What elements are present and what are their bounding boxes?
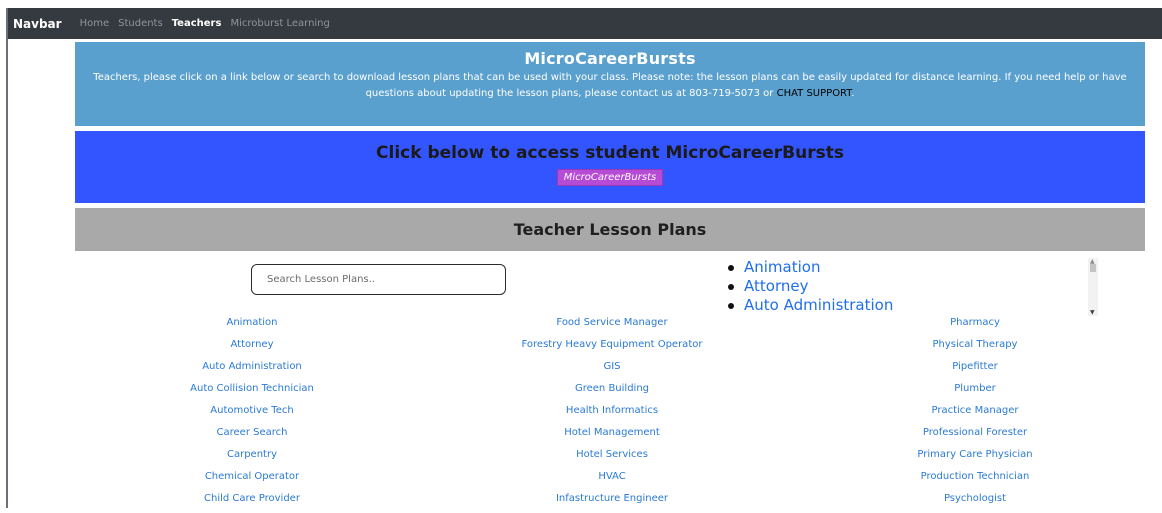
nav-link-students[interactable]: Students [118, 18, 163, 29]
student-access-panel: Click below to access student MicroCaree… [75, 131, 1145, 203]
nav-link-home[interactable]: Home [80, 18, 110, 29]
lesson-plan-link[interactable]: HVAC [462, 469, 762, 491]
lesson-plan-link[interactable]: Auto Administration [102, 359, 402, 381]
info-title: MicroCareerBursts [524, 49, 696, 68]
lesson-plan-link[interactable]: Career Search [102, 425, 402, 447]
lesson-plan-link[interactable]: Carpentry [102, 447, 402, 469]
lesson-plan-link[interactable]: Professional Forester [825, 425, 1125, 447]
teacher-info-panel: MicroCareerBursts Teachers, please click… [75, 42, 1145, 126]
lesson-plan-link[interactable]: Automotive Tech [102, 403, 402, 425]
student-panel-title: Click below to access student MicroCaree… [376, 143, 844, 163]
lesson-plan-link[interactable]: Auto Collision Technician [102, 381, 402, 403]
nav-link-teachers[interactable]: Teachers [172, 18, 222, 29]
lesson-plan-link[interactable]: Attorney [102, 337, 402, 359]
lesson-plans-header: Teacher Lesson Plans [75, 208, 1145, 251]
lesson-plan-link[interactable]: Pharmacy [825, 315, 1125, 337]
lesson-plan-link[interactable]: Psychologist [825, 491, 1125, 513]
lesson-plan-link[interactable]: Hotel Management [462, 425, 762, 447]
lesson-plan-link[interactable]: Child Care Provider [102, 491, 402, 513]
nav-link-microburst-learning[interactable]: Microburst Learning [230, 18, 329, 29]
chat-support-link[interactable]: CHAT SUPPORT [777, 88, 852, 99]
lesson-plan-link[interactable]: Animation [102, 315, 402, 337]
lesson-plan-link[interactable]: Physical Therapy [825, 337, 1125, 359]
dropdown-item[interactable]: Attorney [718, 277, 1088, 296]
lesson-plan-link[interactable]: Practice Manager [825, 403, 1125, 425]
lesson-plan-link[interactable]: Forestry Heavy Equipment Operator [462, 337, 762, 359]
microcareerbursts-button[interactable]: MicroCareerBursts [556, 169, 664, 186]
dropdown-item[interactable]: Animation [718, 258, 1088, 277]
lesson-plan-link[interactable]: Pipefitter [825, 359, 1125, 381]
dropdown-item[interactable]: Auto Administration [718, 296, 1088, 314]
search-lesson-plans-input[interactable] [251, 264, 506, 295]
lesson-plan-link[interactable]: Chemical Operator [102, 469, 402, 491]
lesson-plan-column-3: Pharmacy Physical Therapy Pipefitter Plu… [825, 315, 1125, 513]
lesson-plan-link[interactable]: Green Building [462, 381, 762, 403]
left-border [6, 8, 8, 508]
scroll-thumb[interactable] [1090, 264, 1096, 272]
lesson-plan-dropdown-list[interactable]: Animation Attorney Auto Administration [718, 258, 1088, 314]
lesson-plan-link[interactable]: Infastructure Engineer [462, 491, 762, 513]
lesson-plan-link[interactable]: Hotel Services [462, 447, 762, 469]
navbar-brand[interactable]: Navbar [13, 17, 62, 31]
lesson-plans-title: Teacher Lesson Plans [513, 220, 707, 239]
lesson-plan-link[interactable]: Plumber [825, 381, 1125, 403]
top-edge [0, 0, 1162, 8]
lesson-plan-column-2: Food Service Manager Forestry Heavy Equi… [462, 315, 762, 513]
lesson-plan-link[interactable]: Primary Care Physician [825, 447, 1125, 469]
lesson-plan-column-1: Animation Attorney Auto Administration A… [102, 315, 402, 513]
info-period: . [851, 88, 855, 99]
lesson-plan-link[interactable]: Production Technician [825, 469, 1125, 491]
info-text: Teachers, please click on a link below o… [85, 70, 1135, 102]
info-body: Teachers, please click on a link below o… [93, 72, 1127, 99]
dropdown-scrollbar[interactable]: ▲ ▼ [1088, 258, 1098, 316]
navbar: Navbar Home Students Teachers Microburst… [8, 8, 1162, 39]
lesson-plan-link[interactable]: GIS [462, 359, 762, 381]
lesson-plan-link[interactable]: Food Service Manager [462, 315, 762, 337]
lesson-plan-link[interactable]: Health Informatics [462, 403, 762, 425]
